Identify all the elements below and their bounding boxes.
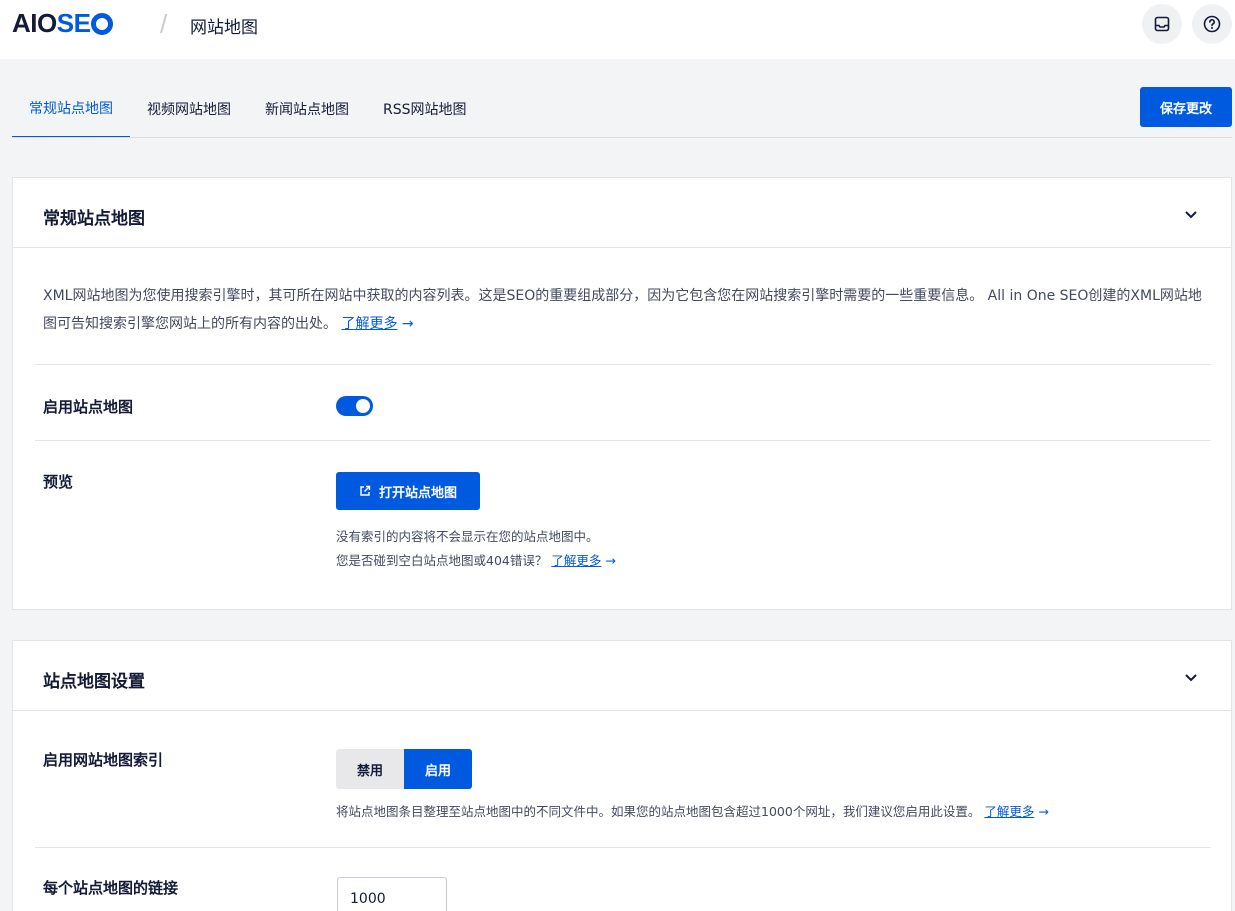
chevron-down-icon[interactable] bbox=[1183, 669, 1199, 685]
chevron-down-icon[interactable] bbox=[1183, 206, 1199, 222]
divider bbox=[35, 364, 1211, 365]
preview-note: 没有索引的内容将不会显示在您的站点地图中。 bbox=[336, 529, 599, 544]
links-per-sitemap-input[interactable] bbox=[337, 877, 447, 911]
divider bbox=[35, 847, 1211, 848]
top-bar: AIO SE / 网站地图 bbox=[0, 0, 1235, 59]
tab-news-sitemap[interactable]: 新闻站点地图 bbox=[248, 80, 366, 138]
tabs-divider bbox=[12, 137, 1232, 138]
enable-sitemap-label: 启用站点地图 bbox=[43, 398, 134, 416]
card-header[interactable]: 站点地图设置 bbox=[13, 641, 1231, 711]
tab-video-sitemap[interactable]: 视频网站地图 bbox=[130, 80, 248, 138]
preview-note-2: 您是否碰到空白站点地图或404错误？ 了解更多 → bbox=[336, 550, 616, 569]
help-button[interactable] bbox=[1192, 4, 1232, 44]
open-sitemap-label: 打开站点地图 bbox=[378, 485, 457, 501]
disable-option[interactable]: 禁用 bbox=[336, 749, 404, 789]
help-icon bbox=[1203, 15, 1221, 33]
preview-note-2-text: 您是否碰到空白站点地图或404错误？ bbox=[336, 553, 548, 568]
sitemap-index-switch: 禁用 启用 bbox=[336, 749, 472, 789]
logo-text-seo: SE bbox=[56, 7, 91, 38]
learn-more-link[interactable]: 了解更多 bbox=[551, 553, 601, 568]
learn-more-link[interactable]: 了解更多 bbox=[984, 804, 1034, 819]
breadcrumb-separator: / bbox=[160, 9, 168, 39]
sitemap-index-label: 启用网站地图索引 bbox=[43, 751, 164, 769]
inbox-icon bbox=[1154, 16, 1170, 32]
logo-gear-icon bbox=[91, 13, 114, 35]
arrow-right-icon: → bbox=[401, 316, 414, 332]
card-title: 站点地图设置 bbox=[43, 672, 145, 692]
general-sitemap-card: 常规站点地图 XML网站地图为您使用搜索引擎时，其可所在网站中获取的内容列表。这… bbox=[12, 177, 1232, 610]
notifications-button[interactable] bbox=[1142, 4, 1182, 44]
external-link-icon bbox=[360, 485, 371, 496]
logo-text-aio: AIO bbox=[12, 7, 57, 38]
divider bbox=[35, 440, 1211, 441]
arrow-right-icon: → bbox=[605, 553, 616, 568]
card-description: XML网站地图为您使用搜索引擎时，其可所在网站中获取的内容列表。这是SEO的重要… bbox=[43, 282, 1203, 338]
arrow-right-icon: → bbox=[1038, 804, 1049, 819]
breadcrumb-current: 网站地图 bbox=[190, 18, 258, 38]
card-title: 常规站点地图 bbox=[43, 209, 145, 229]
card-header[interactable]: 常规站点地图 bbox=[13, 178, 1231, 248]
sitemap-index-note-text: 将站点地图条目整理至站点地图中的不同文件中。如果您的站点地图包含超过1000个网… bbox=[336, 804, 981, 819]
learn-more-link[interactable]: 了解更多 bbox=[341, 316, 397, 332]
sitemap-settings-card: 站点地图设置 启用网站地图索引 禁用 启用 将站点地图条目整理至站点地图中的不同… bbox=[12, 640, 1232, 911]
description-text: XML网站地图为您使用搜索引擎时，其可所在网站中获取的内容列表。这是SEO的重要… bbox=[43, 288, 1202, 332]
open-sitemap-button[interactable]: 打开站点地图 bbox=[336, 472, 480, 510]
toggle-knob bbox=[356, 399, 370, 413]
tab-general-sitemap[interactable]: 常规站点地图 bbox=[12, 80, 130, 138]
aioseo-logo[interactable]: AIO SE bbox=[12, 7, 114, 38]
sitemap-index-note: 将站点地图条目整理至站点地图中的不同文件中。如果您的站点地图包含超过1000个网… bbox=[336, 801, 1049, 820]
sitemap-tabs: 常规站点地图 视频网站地图 新闻站点地图 RSS网站地图 bbox=[12, 80, 484, 138]
enable-option[interactable]: 启用 bbox=[404, 749, 472, 789]
links-per-sitemap-label: 每个站点地图的链接 bbox=[43, 879, 179, 897]
enable-sitemap-toggle[interactable] bbox=[336, 396, 373, 416]
tab-rss-sitemap[interactable]: RSS网站地图 bbox=[366, 80, 484, 138]
save-changes-button[interactable]: 保存更改 bbox=[1140, 87, 1232, 127]
preview-label: 预览 bbox=[43, 473, 74, 491]
